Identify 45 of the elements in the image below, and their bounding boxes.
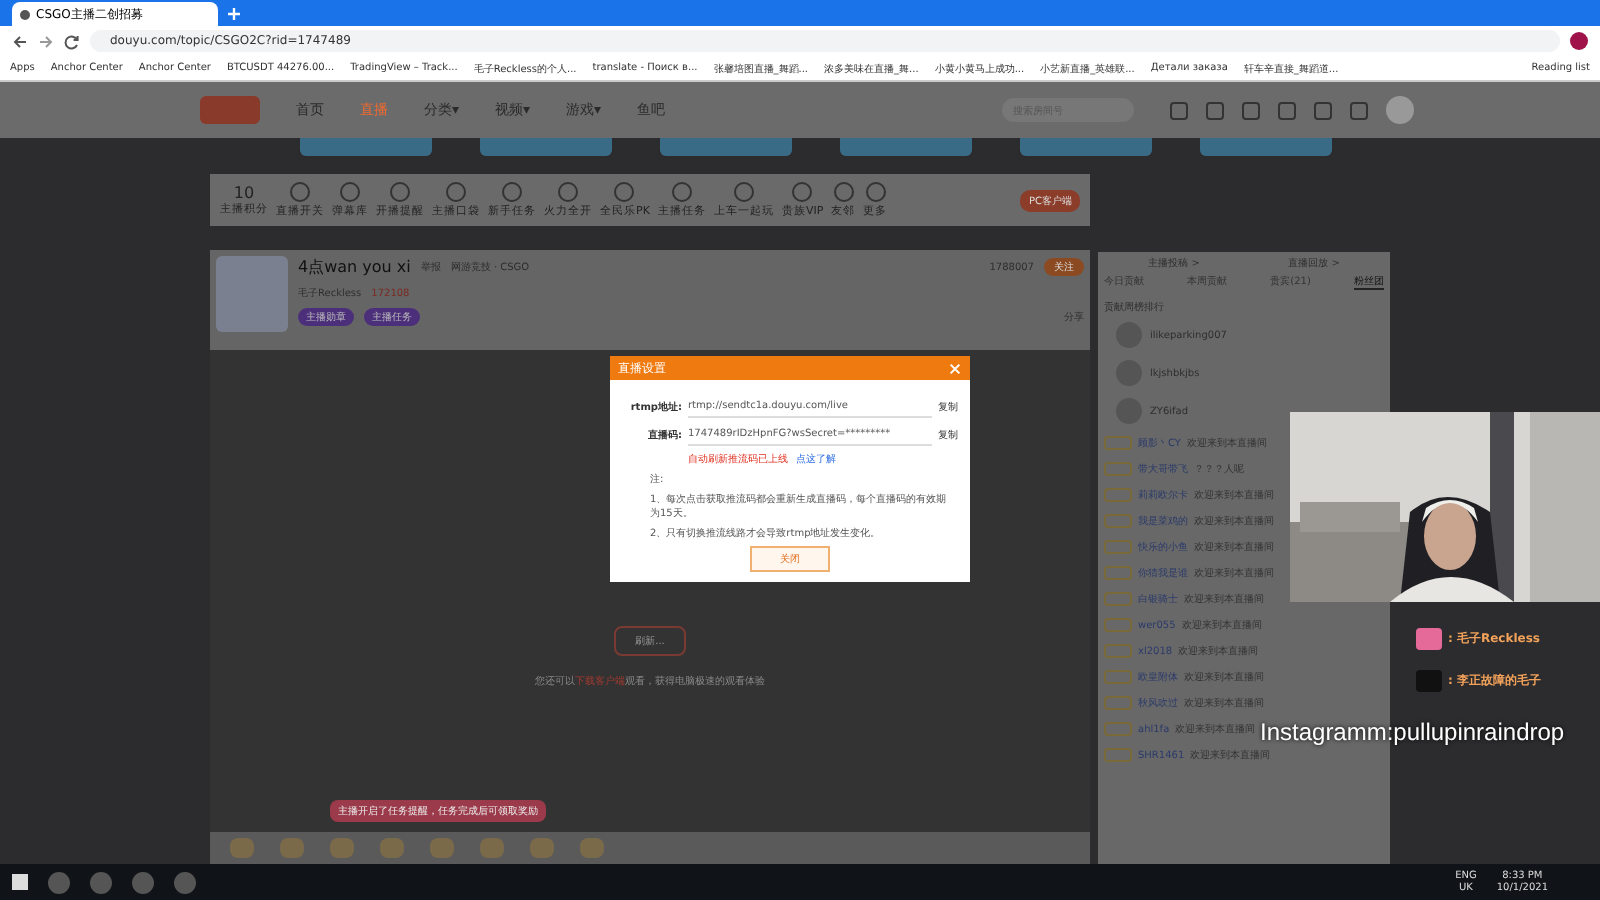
start-icon[interactable] [12,874,28,890]
taskbar-app-icon[interactable] [48,871,70,893]
close-icon[interactable] [948,361,962,375]
gift-icon[interactable] [280,838,304,858]
level-badge-icon [1104,488,1132,502]
gift-icon[interactable] [480,838,504,858]
banner-tile[interactable] [1200,138,1332,156]
forward-icon[interactable] [38,33,54,49]
gift-icon[interactable] [230,838,254,858]
level-badge-icon [1104,644,1132,658]
taskbar-app-icon[interactable] [174,871,196,893]
level-badge-icon [1104,592,1132,606]
level-badge-icon [1104,722,1132,736]
instagram-text: Instagramm:pullupinraindrop [1260,718,1565,746]
level-badge-icon [1104,514,1132,528]
level-badge-icon [1104,436,1132,450]
level-badge-icon [1104,696,1132,710]
score-value: 10 [233,184,255,202]
level-badge-icon [1104,462,1132,476]
level-badge-icon [1104,748,1132,762]
avatar-icon[interactable] [1570,32,1588,50]
banner-tile[interactable] [1020,138,1152,156]
level-badge-icon [1104,540,1132,554]
banner-tile[interactable] [840,138,972,156]
social-icon [1416,628,1442,650]
gift-icon[interactable] [530,838,554,858]
level-badge-icon [1104,618,1132,632]
banner-tile[interactable] [300,138,432,156]
back-icon[interactable] [12,33,28,49]
gift-icon[interactable] [580,838,604,858]
level-badge-icon [1104,566,1132,580]
banner-tile[interactable] [660,138,792,156]
new-tab-icon[interactable] [226,6,242,22]
gift-icon[interactable] [430,838,454,858]
gift-icon[interactable] [380,838,404,858]
gift-icon[interactable] [330,838,354,858]
taskbar-app-icon[interactable] [132,871,154,893]
logo-icon[interactable] [200,96,260,124]
taskbar-app-icon[interactable] [90,871,112,893]
room-title: 4点wan you xi [298,256,411,278]
reload-icon[interactable] [64,33,80,49]
level-badge-icon [1104,670,1132,684]
banner-tile[interactable] [480,138,612,156]
social-icon [1416,670,1442,692]
avatar-icon [216,256,288,332]
